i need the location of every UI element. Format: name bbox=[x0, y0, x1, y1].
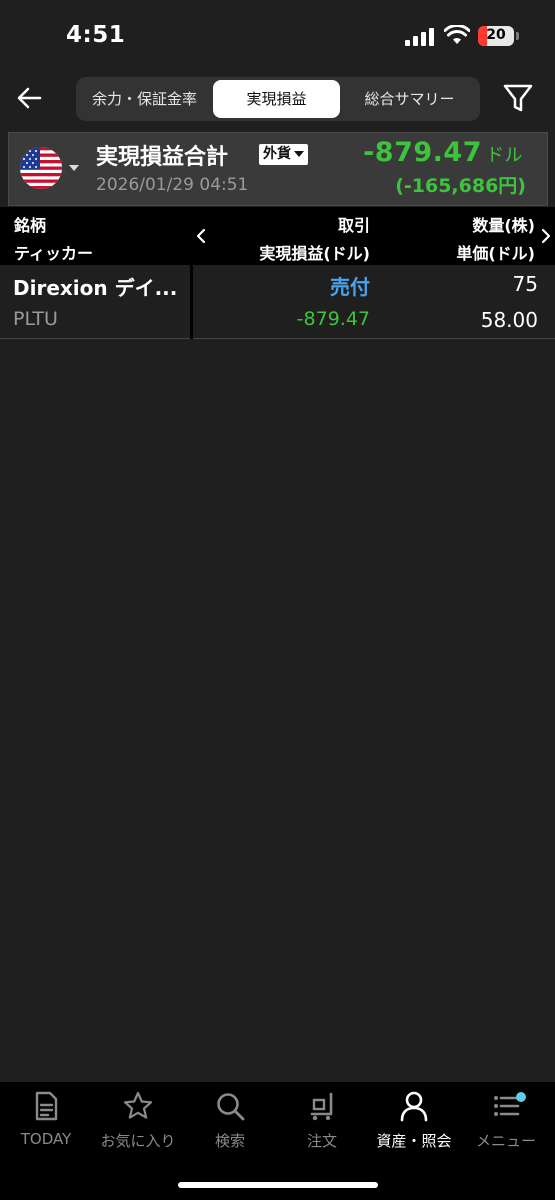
security-name: Direxion デイ... bbox=[13, 276, 178, 300]
currency-toggle[interactable]: 外貨 bbox=[259, 144, 308, 165]
trade-type: 売付 bbox=[330, 275, 370, 299]
total-pl-jpy: (-165,686円) bbox=[395, 175, 526, 197]
unit-price: 58.00 bbox=[480, 308, 538, 332]
nav-favorites[interactable]: お気に入り bbox=[92, 1090, 184, 1160]
total-pl-usd: -879.47 ドル bbox=[363, 137, 523, 168]
document-icon bbox=[35, 1091, 58, 1121]
nav-order[interactable]: 注文 bbox=[276, 1090, 368, 1160]
tab-realized-pl[interactable]: 実現損益 bbox=[213, 80, 340, 118]
tab-margin[interactable]: 余力・保証金率 bbox=[79, 80, 210, 118]
currency-label: 外貨 bbox=[263, 146, 291, 162]
header-trade: 取引 bbox=[337, 216, 370, 235]
row-realized-pl: -879.47 bbox=[296, 308, 370, 330]
status-time: 4:51 bbox=[66, 22, 126, 48]
home-indicator bbox=[178, 1182, 378, 1188]
battery-level: 20 bbox=[486, 27, 506, 43]
ticker: PLTU bbox=[13, 308, 58, 330]
back-arrow-icon[interactable] bbox=[12, 80, 48, 116]
realized-pl-summary: 実現損益合計 外貨 2026/01/29 04:51 -879.47 ドル (-1… bbox=[8, 132, 548, 206]
star-icon bbox=[123, 1091, 153, 1119]
header-quantity: 数量(株) bbox=[472, 216, 535, 235]
battery-icon: 20 bbox=[478, 26, 514, 46]
header-security: 銘柄 bbox=[14, 216, 47, 235]
quantity: 75 bbox=[512, 272, 538, 296]
segmented-tabs: 余力・保証金率 実現損益 総合サマリー bbox=[76, 77, 480, 121]
summary-title: 実現損益合計 bbox=[96, 145, 229, 170]
cart-icon bbox=[310, 1092, 333, 1121]
header-ticker: ティッカー bbox=[14, 244, 94, 263]
wifi-icon bbox=[444, 25, 470, 44]
table-row[interactable]: Direxion デイ... PLTU 売付 -879.47 75 58.00 bbox=[0, 265, 555, 339]
summary-date: 2026/01/29 04:51 bbox=[96, 175, 249, 195]
nav-menu[interactable]: メニュー bbox=[460, 1090, 552, 1160]
person-icon bbox=[400, 1091, 428, 1122]
nav-today[interactable]: TODAY bbox=[0, 1090, 92, 1160]
tab-summary[interactable]: 総合サマリー bbox=[342, 80, 477, 118]
nav-assets[interactable]: 資産・照会 bbox=[368, 1090, 460, 1160]
chevron-left-icon[interactable] bbox=[194, 227, 208, 245]
cellular-signal-icon bbox=[405, 28, 434, 46]
notification-dot bbox=[516, 1092, 526, 1102]
nav-search[interactable]: 検索 bbox=[184, 1090, 276, 1160]
table-header: 銘柄 ティッカー 取引 実現損益(ドル) 数量(株) 単価(ドル) bbox=[0, 207, 555, 265]
header-unit-price: 単価(ドル) bbox=[456, 244, 535, 263]
market-dropdown-caret-icon[interactable] bbox=[69, 165, 79, 171]
header-realized-pl: 実現損益(ドル) bbox=[259, 244, 370, 263]
filter-icon[interactable] bbox=[500, 80, 536, 116]
us-flag-icon[interactable] bbox=[20, 147, 62, 189]
chevron-down-icon bbox=[294, 151, 304, 157]
status-bar: 4:51 20 bbox=[0, 0, 555, 70]
search-icon bbox=[217, 1093, 245, 1121]
chevron-right-icon[interactable] bbox=[539, 227, 553, 245]
